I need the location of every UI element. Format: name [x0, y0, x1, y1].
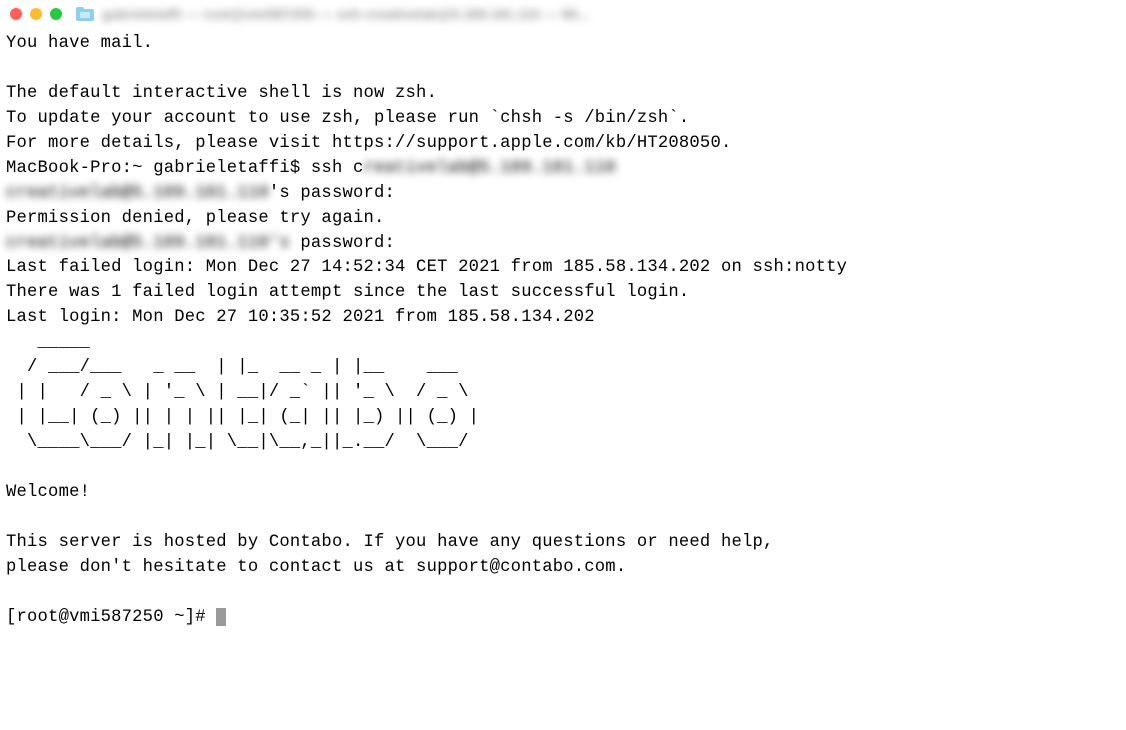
ssh-target-blurred: reativelab@5.189.181.110 [363, 159, 615, 178]
remote-prompt: [root@vmi587250 ~]# [6, 608, 216, 627]
password-prompt: 's password: [269, 184, 395, 203]
terminal-output[interactable]: You have mail. The default interactive s… [0, 28, 1126, 730]
zsh-notice-line: To update your account to use zsh, pleas… [6, 109, 689, 128]
ascii-art-line: | |__| (_) || | | || |_| (_| || |_) || (… [6, 408, 479, 427]
maximize-button[interactable] [50, 8, 62, 20]
mail-notice: You have mail. [6, 34, 153, 53]
hosted-by-line: please don't hesitate to contact us at s… [6, 558, 626, 577]
failed-attempt-count: There was 1 failed login attempt since t… [6, 283, 689, 302]
window-title: gabrieletaffi — root@vmi587250 — ssh cre… [102, 6, 1116, 22]
ascii-art-line: \____\___/ |_| |_| \__|\__,_||_.__/ \___… [6, 433, 469, 452]
last-failed-login: Last failed login: Mon Dec 27 14:52:34 C… [6, 258, 847, 277]
last-login: Last login: Mon Dec 27 10:35:52 2021 fro… [6, 308, 595, 327]
terminal-window: gabrieletaffi — root@vmi587250 — ssh cre… [0, 0, 1126, 730]
cursor [216, 608, 226, 626]
permission-denied: Permission denied, please try again. [6, 209, 385, 228]
welcome-text: Welcome! [6, 483, 90, 502]
close-button[interactable] [10, 8, 22, 20]
ascii-art-line: | | / _ \ | '_ \ | __|/ _` || '_ \ / _ \ [6, 383, 469, 402]
hosted-by-line: This server is hosted by Contabo. If you… [6, 533, 774, 552]
password-prompt: password: [290, 234, 395, 253]
folder-icon [76, 7, 94, 21]
zsh-notice-line: The default interactive shell is now zsh… [6, 84, 437, 103]
minimize-button[interactable] [30, 8, 42, 20]
zsh-notice-line: For more details, please visit https://s… [6, 134, 731, 153]
ascii-art-line: / ___/___ _ __ | |_ __ _ | |__ ___ [6, 358, 458, 377]
pw-host-blurred: creativelab@5.189.181.110 [6, 184, 269, 203]
ascii-art-line: _____ [6, 333, 90, 352]
pw-host-blurred: creativelab@5.189.181.110's [6, 234, 290, 253]
titlebar: gabrieletaffi — root@vmi587250 — ssh cre… [0, 0, 1126, 28]
local-prompt: MacBook-Pro:~ gabrieletaffi$ ssh c [6, 159, 363, 178]
